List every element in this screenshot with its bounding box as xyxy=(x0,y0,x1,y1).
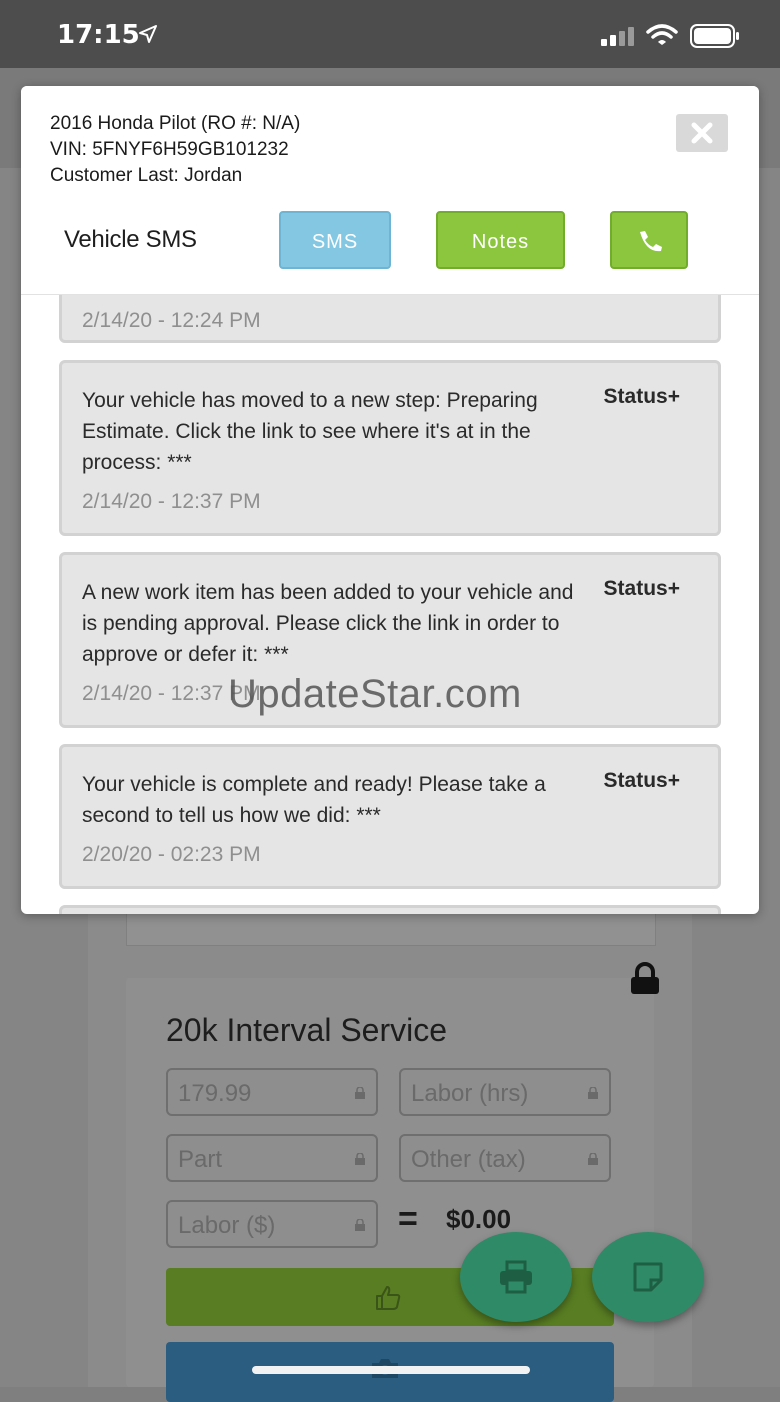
print-fab-button[interactable] xyxy=(460,1232,572,1322)
price-value: 179.99 xyxy=(178,1080,252,1107)
equals-sign: = xyxy=(398,1200,418,1238)
labor-hours-field[interactable]: Labor (hrs) xyxy=(399,1068,611,1116)
part-placeholder: Part xyxy=(178,1146,223,1173)
part-field[interactable]: Part xyxy=(166,1134,378,1182)
sms-button[interactable]: SMS xyxy=(279,211,391,269)
status-bar: 17:15 xyxy=(0,0,780,68)
field-lock-icon xyxy=(355,1087,365,1099)
message-card: Your vehicle has moved to a new step: Pr… xyxy=(59,360,721,536)
message-tag: Status+ xyxy=(603,577,680,600)
labor-dollars-field[interactable]: Labor ($) xyxy=(166,1200,378,1248)
lock-icon[interactable] xyxy=(628,962,662,996)
watermark: UpdateStar.com xyxy=(228,672,522,716)
message-date: 2/14/20 - 12:37 PM xyxy=(82,490,261,513)
field-lock-icon xyxy=(588,1153,598,1165)
thumbs-up-icon xyxy=(376,1286,401,1310)
message-text: A new work item has been added to your v… xyxy=(82,581,574,666)
close-icon xyxy=(691,122,713,144)
field-lock-icon xyxy=(355,1219,365,1231)
other-tax-placeholder: Other (tax) xyxy=(411,1146,526,1173)
vin-info: VIN: 5FNYF6H59GB101232 xyxy=(50,139,289,160)
battery-icon xyxy=(690,24,739,48)
message-card: Your vehicle is complete and ready! Plea… xyxy=(59,744,721,889)
service-total: $0.00 xyxy=(446,1204,512,1234)
notes-fab-button[interactable] xyxy=(592,1232,704,1322)
modal-header: 2016 Honda Pilot (RO #: N/A) VIN: 5FNYF6… xyxy=(21,86,759,295)
price-field[interactable]: 179.99 xyxy=(166,1068,378,1116)
message-list[interactable]: 2/14/20 - 12:24 PM Your vehicle has move… xyxy=(21,294,759,914)
printer-icon xyxy=(500,1260,532,1294)
field-lock-icon xyxy=(588,1087,598,1099)
vehicle-sms-modal: 2016 Honda Pilot (RO #: N/A) VIN: 5FNYF6… xyxy=(21,86,759,914)
labor-dollars-placeholder: Labor ($) xyxy=(178,1212,276,1239)
service-title: 20k Interval Service xyxy=(166,1012,448,1048)
message-text: Your vehicle has moved to a new step: Pr… xyxy=(82,389,538,474)
field-lock-icon xyxy=(355,1153,365,1165)
cellular-signal-icon xyxy=(601,27,634,46)
labor-hours-placeholder: Labor (hrs) xyxy=(411,1080,529,1107)
modal-title: Vehicle SMS xyxy=(64,226,197,253)
customer-info: Customer Last: Jordan xyxy=(50,165,243,186)
home-indicator[interactable] xyxy=(252,1366,530,1374)
message-tag: Status+ xyxy=(603,769,680,792)
close-button[interactable] xyxy=(676,114,728,152)
wifi-icon xyxy=(646,24,678,45)
message-text: Your vehicle is complete and ready! Plea… xyxy=(82,773,546,827)
notes-button[interactable]: Notes xyxy=(436,211,565,269)
other-tax-field[interactable]: Other (tax) xyxy=(399,1134,611,1182)
message-tag: Status+ xyxy=(603,385,680,408)
phone-icon xyxy=(640,231,662,252)
message-date: 2/14/20 - 12:24 PM xyxy=(82,309,261,332)
message-card xyxy=(59,905,721,914)
message-date: 2/20/20 - 02:23 PM xyxy=(82,843,261,866)
sticky-note-icon xyxy=(633,1262,663,1292)
message-card: 2/14/20 - 12:24 PM xyxy=(59,294,721,343)
call-button[interactable] xyxy=(610,211,688,269)
location-arrow-icon xyxy=(139,25,157,43)
vehicle-info: 2016 Honda Pilot (RO #: N/A) xyxy=(50,113,301,134)
status-time: 17:15 xyxy=(57,20,140,50)
